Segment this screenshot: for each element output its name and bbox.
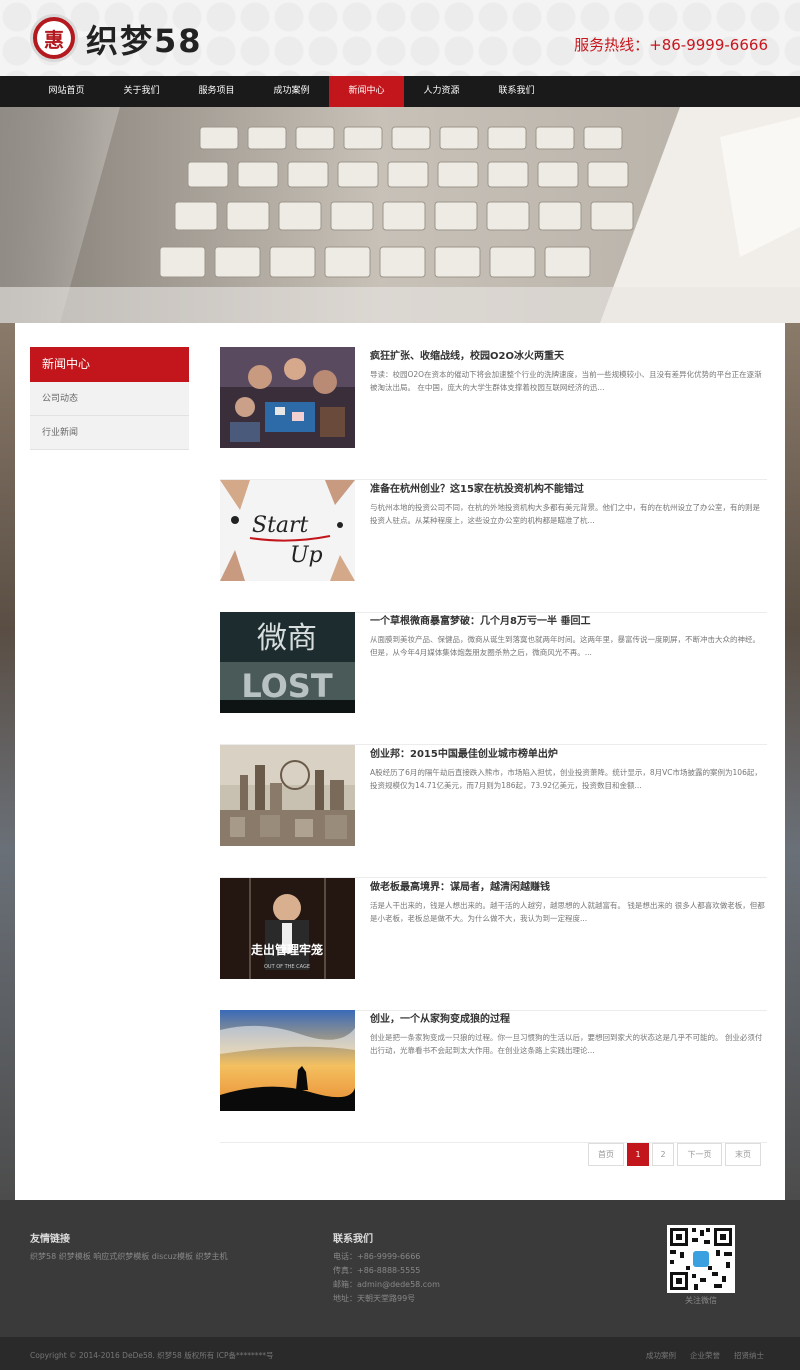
hero-banner: [0, 107, 800, 323]
sidebar-item-company-news[interactable]: 公司动态: [30, 382, 189, 416]
footer-link-jobs[interactable]: 招贤纳士: [734, 1350, 764, 1361]
nav-cases[interactable]: 成功案例: [254, 76, 329, 107]
news-title[interactable]: 创业邦：2015中国最佳创业城市榜单出炉: [370, 745, 558, 760]
footer-link-cases[interactable]: 成功案例: [646, 1350, 676, 1361]
sidebar-item-industry-news[interactable]: 行业新闻: [30, 416, 189, 450]
news-item: Start Up 准备在杭州创业？这15家在杭投资机构不能错过 与杭州本地的投资…: [220, 480, 767, 613]
pagination-first[interactable]: 首页: [588, 1143, 624, 1166]
news-item: 走出管理牢笼 OUT OF THE CAGE 做老板最高境界：谋局者，越清闲越赚…: [220, 878, 767, 1011]
nav-about[interactable]: 关于我们: [104, 76, 179, 107]
news-title[interactable]: 创业，一个从家狗变成狼的过程: [370, 1010, 510, 1025]
logo-icon[interactable]: 惠: [30, 14, 78, 62]
news-thumbnail[interactable]: 走出管理牢笼 OUT OF THE CAGE: [220, 878, 355, 979]
copyright-text: Copyright © 2014-2016 DeDe58. 织梦58 版权所有 …: [30, 1351, 274, 1360]
news-thumbnail[interactable]: 微商 LOST: [220, 612, 355, 713]
pagination-next[interactable]: 下一页: [677, 1143, 722, 1166]
nav-news[interactable]: 新闻中心: [329, 76, 404, 107]
thumb-cage-text: 走出管理牢笼: [251, 942, 323, 957]
nav-hr[interactable]: 人力资源: [404, 76, 479, 107]
qr-caption: 关注微信: [685, 1296, 717, 1305]
footer-links-title: 友情链接: [30, 1234, 70, 1245]
pagination-page-1[interactable]: 1: [627, 1143, 649, 1166]
nav-services[interactable]: 服务项目: [179, 76, 254, 107]
footer-email: 邮箱：admin@dede58.com: [333, 1280, 440, 1289]
news-summary: 活是人干出来的，钱是人想出来的。越干活的人越穷，越思想的人就越富有。 钱是想出来…: [370, 901, 765, 923]
news-summary: 创业是把一条家狗变成一只狼的过程。你一旦习惯狗的生活以后，要想回到家犬的状态这是…: [370, 1033, 763, 1055]
footer-links[interactable]: 织梦58 织梦模板 响应式织梦模板 discuz模板 织梦主机: [30, 1250, 228, 1265]
nav-contact[interactable]: 联系我们: [479, 76, 554, 107]
thumb-up-text: Up: [290, 543, 323, 568]
sidebar-menu: 公司动态 行业新闻: [30, 382, 189, 450]
news-summary: A股经历了6月的隔午劫后直接跌入熊市，市场陷入担忧，创业投资萧降。统计显示，8月…: [370, 768, 762, 790]
news-thumbnail[interactable]: [220, 1010, 355, 1111]
news-thumbnail[interactable]: [220, 745, 355, 846]
news-item: 创业邦：2015中国最佳创业城市榜单出炉 A股经历了6月的隔午劫后直接跌入熊市，…: [220, 745, 767, 878]
news-thumbnail[interactable]: Start Up: [220, 480, 355, 581]
thumb-start-text: Start: [252, 513, 309, 538]
footer-fax: 传真：+86-8888-5555: [333, 1266, 421, 1275]
sidebar-title: 新闻中心: [30, 347, 189, 382]
footer-phone: 电话：+86-9999-6666: [333, 1252, 421, 1261]
news-summary: 与杭州本地的投资公司不同，在杭的外地投资机构大多都有美元背景。他们之中，有的在杭…: [370, 503, 760, 525]
pagination-last[interactable]: 末页: [725, 1143, 761, 1166]
wechat-qr-icon: [667, 1225, 735, 1293]
logo-text[interactable]: 织梦58: [86, 16, 203, 62]
news-title[interactable]: 一个草根微商暴富梦破：几个月8万亏一半 垂回工: [370, 612, 590, 627]
footer-address: 地址：天朝天堂路99号: [333, 1294, 416, 1303]
laptop-keyboard-image: [0, 107, 800, 323]
logo-glyph: 惠: [37, 21, 71, 55]
news-summary: 导读：校园O2O在资本的催动下将会加速整个行业的洗牌速度，当前一些规模较小、且没…: [370, 370, 762, 392]
news-item: 微商 LOST 一个草根微商暴富梦破：几个月8万亏一半 垂回工 从面膜到美妆产品…: [220, 612, 767, 745]
service-hotline: 服务热线：+86-9999-6666: [574, 36, 768, 54]
news-item: 创业，一个从家狗变成狼的过程 创业是把一条家狗变成一只狼的过程。你一旦习惯狗的生…: [220, 1010, 767, 1143]
news-summary: 从面膜到美妆产品、保健品，微商从诞生到落寞也就两年时间。这两年里，暴富传说一度刷…: [370, 635, 760, 657]
main-nav: 网站首页 关于我们 服务项目 成功案例 新闻中心 人力资源 联系我们: [0, 76, 800, 107]
pagination-page-2[interactable]: 2: [652, 1143, 674, 1166]
footer-contact-title: 联系我们: [333, 1234, 373, 1245]
thumb-cage-subtext: OUT OF THE CAGE: [264, 964, 310, 970]
news-thumbnail[interactable]: [220, 347, 355, 448]
thumb-lost-text: LOST: [241, 667, 333, 705]
news-item: 疯狂扩张、收缩战线，校园O2O冰火两重天 导读：校园O2O在资本的催动下将会加速…: [220, 347, 767, 480]
news-title[interactable]: 疯狂扩张、收缩战线，校园O2O冰火两重天: [370, 347, 564, 362]
news-title[interactable]: 准备在杭州创业？这15家在杭投资机构不能错过: [370, 480, 584, 495]
thumb-weishang-text: 微商: [257, 621, 317, 656]
news-title[interactable]: 做老板最高境界：谋局者，越清闲越赚钱: [370, 878, 550, 893]
footer-link-honors[interactable]: 企业荣誉: [690, 1350, 720, 1361]
nav-home[interactable]: 网站首页: [29, 76, 104, 107]
